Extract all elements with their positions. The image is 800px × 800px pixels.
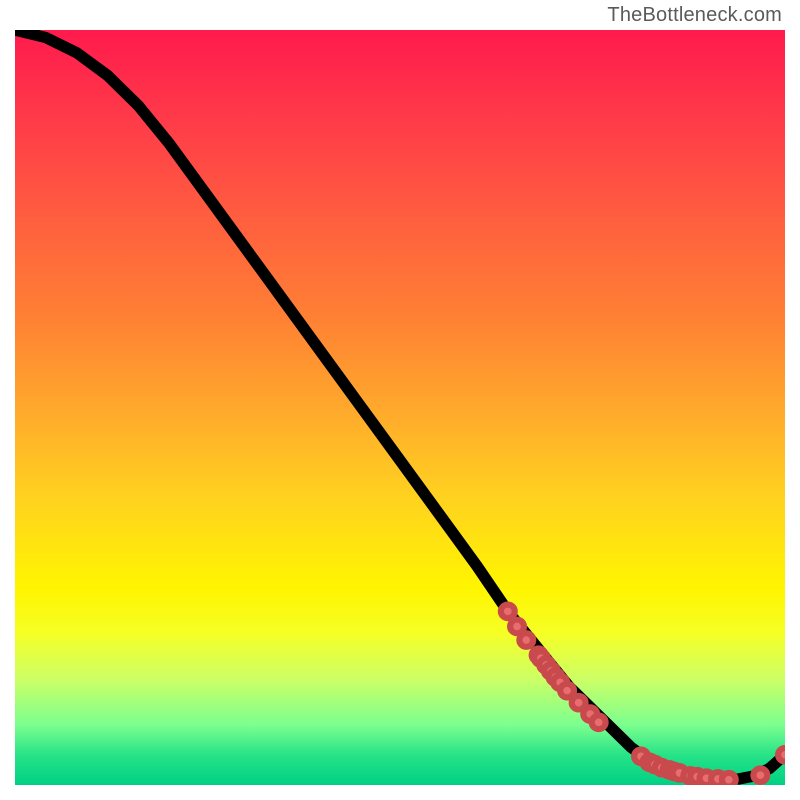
- data-markers: [501, 605, 785, 785]
- plot-area: [15, 30, 785, 785]
- data-point: [753, 768, 767, 782]
- chart-container: TheBottleneck.com: [0, 0, 800, 800]
- data-point: [519, 633, 533, 647]
- data-point: [778, 748, 785, 762]
- chart-svg: [15, 30, 785, 785]
- data-point: [510, 620, 524, 634]
- data-point: [592, 716, 606, 730]
- data-point: [560, 684, 574, 698]
- bottleneck-curve: [15, 30, 785, 780]
- data-point: [501, 605, 515, 619]
- watermark-text: TheBottleneck.com: [607, 4, 782, 27]
- data-point: [722, 773, 736, 785]
